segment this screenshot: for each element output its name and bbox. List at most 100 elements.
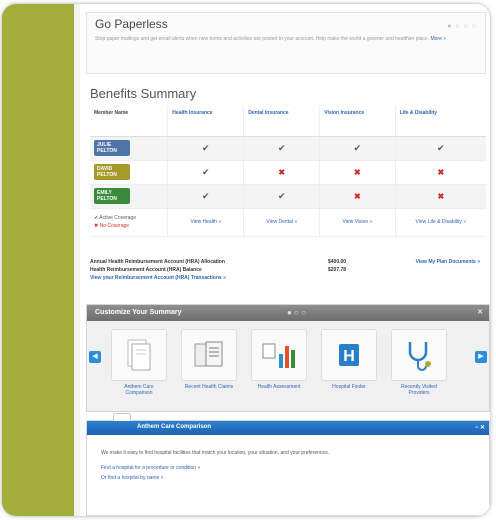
check-icon: ✔: [202, 166, 210, 177]
check-icon: ✔: [437, 142, 445, 153]
find-hospital-name-link[interactable]: Or find a hospital by name »: [87, 473, 489, 483]
tile-label: Anthem Care Comparison: [124, 384, 154, 396]
anthem-care-comparison-panel: Anthem Care Comparison − ✕ We make it ea…: [86, 413, 490, 516]
hra-balance-value: $207.78: [328, 267, 347, 273]
member-badge-julie[interactable]: JULIE PELTON: [94, 140, 130, 156]
x-icon: ✖: [354, 168, 361, 177]
tile-label: Recent Health Claims: [184, 384, 234, 390]
go-paperless-panel: Go Paperless ● ○ ○ ○ Stop paper mailings…: [86, 12, 486, 74]
table-row: EMILY PELTON ✔ ✔ ✖ ✖: [90, 184, 486, 209]
coverage-cell: ✖: [394, 160, 486, 185]
col-member-name: Member Name: [90, 106, 168, 137]
go-paperless-title: Go Paperless: [95, 17, 168, 31]
hospital-icon: H: [321, 329, 377, 381]
hra-allocation-label: Annual Health Reimbursement Account (HRA…: [90, 259, 225, 265]
carousel-right-arrow-icon[interactable]: ▶: [475, 351, 487, 363]
claims-icon: [181, 329, 237, 381]
legend-active: ✔ Active Coverage: [94, 215, 136, 221]
tile-label: Hospital Finder: [332, 384, 366, 390]
tile-label: Health Assessment: [257, 384, 301, 390]
view-health-link[interactable]: View Health »: [167, 208, 244, 237]
table-links-row: ✔ Active Coverage ✖ No Coverage View Hea…: [90, 208, 486, 237]
hra-balance-row: Health Reimbursement Account (HRA) Balan…: [90, 266, 486, 274]
table-row: DAVID PELTON ✔ ✖ ✖ ✖: [90, 160, 486, 185]
comparison-header: Anthem Care Comparison − ✕: [87, 421, 489, 435]
coverage-cell: ✖: [243, 160, 320, 185]
coverage-cell: ✔: [319, 136, 396, 161]
stethoscope-icon: [391, 329, 447, 381]
tile-label: Recently Visited Providers: [401, 384, 437, 396]
coverage-cell: ✔: [243, 184, 320, 209]
customize-summary-title: Customize Your Summary: [95, 309, 182, 316]
tile-health-assessment[interactable]: Health Assessment: [251, 329, 307, 390]
hra-transactions-link[interactable]: View your Reimbursement Account (HRA) Tr…: [90, 274, 486, 282]
x-icon: ✖: [437, 192, 445, 201]
close-icon[interactable]: ✕: [477, 308, 483, 316]
coverage-cell: ✖: [319, 160, 396, 185]
carousel-pager[interactable]: ● ○ ○: [287, 308, 306, 317]
comparison-text: We make it easy to find hospital facilit…: [101, 450, 330, 456]
col-life[interactable]: Life & Disability: [394, 106, 486, 137]
customize-summary-panel: Customize Your Summary ● ○ ○ ✕ ◀ ▶ Anthe…: [86, 304, 490, 412]
hra-balance-label: Health Reimbursement Account (HRA) Balan…: [90, 267, 202, 273]
check-icon: ✔: [277, 142, 286, 153]
member-badge-david[interactable]: DAVID PELTON: [94, 164, 130, 180]
coverage-cell: ✔: [243, 136, 320, 161]
legend-none: ✖ No Coverage: [94, 223, 130, 229]
check-icon: ✔: [202, 142, 210, 153]
tile-anthem-care-comparison[interactable]: Anthem Care Comparison: [111, 329, 167, 396]
tile-recently-visited-providers[interactable]: Recently Visited Providers: [391, 329, 447, 396]
member-cell: JULIE PELTON: [90, 136, 168, 161]
panel-options-icon[interactable]: ● ○ ○ ○: [447, 23, 477, 30]
carousel-left-arrow-icon[interactable]: ◀: [89, 351, 101, 363]
x-icon: ✖: [437, 168, 445, 177]
member-sub: PELTON: [97, 172, 117, 178]
member-sub: PELTON: [97, 148, 117, 154]
coverage-cell: ✔: [394, 136, 486, 161]
go-paperless-text: Stop paper mailings and get email alerts…: [95, 35, 475, 44]
table-header-row: Member Name Health Insurance Dental Insu…: [90, 106, 486, 137]
go-paperless-body: Stop paper mailings and get email alerts…: [95, 36, 430, 42]
document-icon: [111, 329, 167, 381]
check-icon: ✔: [353, 142, 362, 153]
col-health[interactable]: Health Insurance: [167, 106, 244, 137]
window-frame: Go Paperless ● ○ ○ ○ Stop paper mailings…: [2, 4, 490, 516]
hra-allocation-value: $400.00: [328, 259, 347, 265]
coverage-legend: ✔ Active Coverage ✖ No Coverage: [94, 214, 163, 230]
panel-controls-icon[interactable]: − ✕: [475, 424, 485, 431]
view-vision-link[interactable]: View Vision »: [319, 208, 396, 237]
legend-cell: ✔ Active Coverage ✖ No Coverage: [90, 208, 168, 237]
x-icon: ✖: [354, 192, 361, 201]
hra-section: Annual Health Reimbursement Account (HRA…: [90, 258, 486, 282]
table-row: JULIE PELTON ✔ ✔ ✔ ✔: [90, 136, 486, 161]
left-sidebar: [2, 4, 74, 516]
member-cell: DAVID PELTON: [90, 160, 168, 185]
benefits-table: Member Name Health Insurance Dental Insu…: [90, 106, 486, 237]
hra-allocation-row: Annual Health Reimbursement Account (HRA…: [90, 258, 486, 266]
main-content: Go Paperless ● ○ ○ ○ Stop paper mailings…: [80, 4, 490, 516]
coverage-cell: ✔: [167, 160, 244, 185]
member-sub: PELTON: [97, 196, 117, 202]
col-dental[interactable]: Dental Insurance: [243, 106, 320, 137]
chart-icon: [251, 329, 307, 381]
go-paperless-more-link[interactable]: More »: [430, 36, 446, 42]
tile-hospital-finder[interactable]: H Hospital Finder: [321, 329, 377, 390]
check-icon: ✔: [277, 190, 286, 201]
col-vision[interactable]: Vision Insurance: [319, 106, 396, 137]
coverage-cell: ✖: [394, 184, 486, 209]
find-hospital-procedure-link[interactable]: Find a hospital for a procedure or condi…: [87, 463, 489, 473]
check-icon: ✔: [202, 190, 210, 201]
coverage-cell: ✔: [167, 136, 244, 161]
customize-summary-header: Customize Your Summary ● ○ ○ ✕: [87, 305, 489, 321]
plan-documents-link[interactable]: View My Plan Documents »: [416, 258, 480, 266]
coverage-cell: ✖: [319, 184, 396, 209]
tile-recent-health-claims[interactable]: Recent Health Claims: [181, 329, 237, 390]
svg-text:H: H: [343, 348, 355, 365]
comparison-title: Anthem Care Comparison: [137, 424, 212, 430]
member-badge-emily[interactable]: EMILY PELTON: [94, 188, 130, 204]
coverage-cell: ✔: [167, 184, 244, 209]
x-icon: ✖: [278, 168, 286, 177]
view-life-link[interactable]: View Life & Disability »: [394, 208, 486, 237]
benefits-summary-title: Benefits Summary: [90, 86, 197, 101]
view-dental-link[interactable]: View Dental »: [243, 208, 320, 237]
